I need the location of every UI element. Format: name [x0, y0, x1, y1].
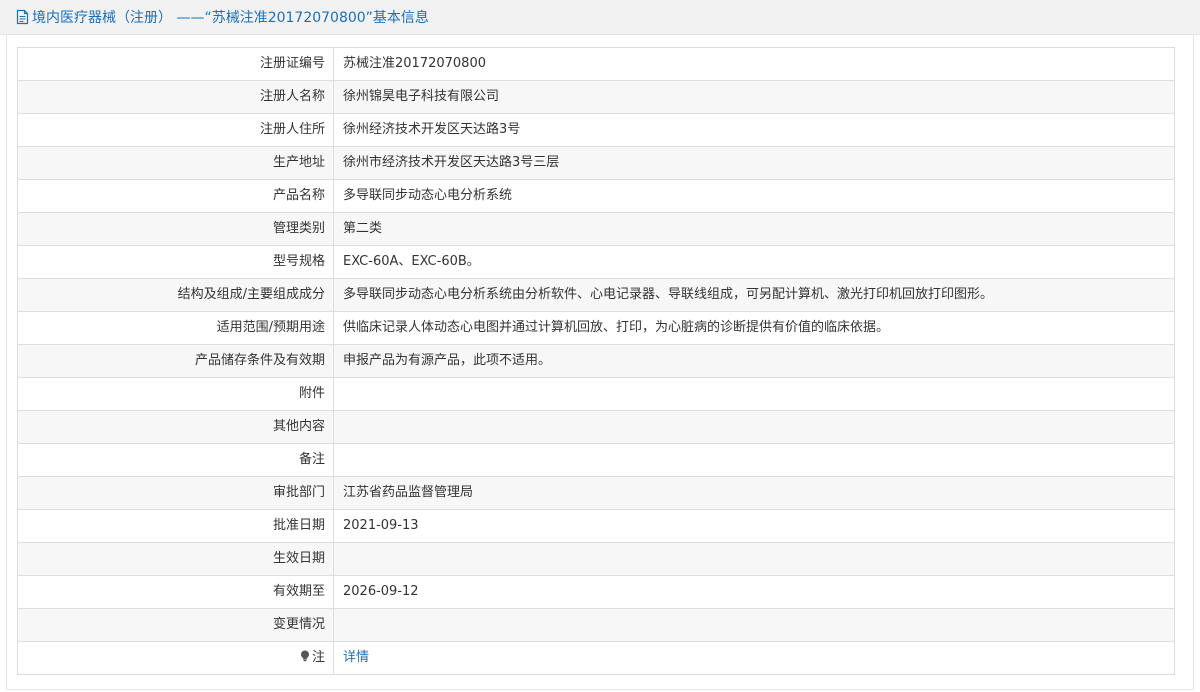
field-label: 附件 [17, 377, 334, 411]
table-row: 型号规格 EXC-60A、EXC-60B。 [17, 245, 1175, 279]
document-icon [16, 9, 29, 25]
table-row: 生效日期 [17, 542, 1175, 576]
page-header: 境内医疗器械（注册） ——“苏械注准20172070800”基本信息 [0, 0, 1200, 35]
field-label: 审批部门 [17, 476, 334, 510]
field-label: 批准日期 [17, 509, 334, 543]
field-label: 生产地址 [17, 146, 334, 180]
field-value: 第二类 [333, 212, 1175, 246]
field-label: 型号规格 [17, 245, 334, 279]
info-table: 注册证编号 苏械注准20172070800 注册人名称 徐州锦昊电子科技有限公司 注册人… [17, 47, 1175, 675]
table-row: 备注 [17, 443, 1175, 477]
table-row: 产品名称 多导联同步动态心电分析系统 [17, 179, 1175, 213]
field-value: 供临床记录人体动态心电图并通过计算机回放、打印，为心脏病的诊断提供有价值的临床依… [333, 311, 1175, 345]
table-row: 有效期至 2026-09-12 [17, 575, 1175, 609]
table-row: 注册人名称 徐州锦昊电子科技有限公司 [17, 80, 1175, 114]
table-row: 结构及组成/主要组成成分 多导联同步动态心电分析系统由分析软件、心电记录器、导联线… [17, 278, 1175, 312]
field-label: 产品名称 [17, 179, 334, 213]
field-label: 注册人住所 [17, 113, 334, 147]
field-value: 2026-09-12 [333, 575, 1175, 609]
field-label: 结构及组成/主要组成成分 [17, 278, 334, 312]
field-label: 产品储存条件及有效期 [17, 344, 334, 378]
field-value: 徐州锦昊电子科技有限公司 [333, 80, 1175, 114]
table-row: 适用范围/预期用途 供临床记录人体动态心电图并通过计算机回放、打印，为心脏病的诊断… [17, 311, 1175, 345]
table-row: 管理类别 第二类 [17, 212, 1175, 246]
table-row: 生产地址 徐州市经济技术开发区天达路3号三层 [17, 146, 1175, 180]
field-value [333, 608, 1175, 642]
note-label: 注 [311, 650, 325, 665]
note-row: 注 详情 [17, 641, 1175, 675]
table-row: 变更情况 [17, 608, 1175, 642]
field-value [333, 542, 1175, 576]
field-label: 有效期至 [17, 575, 334, 609]
table-row: 审批部门 江苏省药品监督管理局 [17, 476, 1175, 510]
field-value: 江苏省药品监督管理局 [333, 476, 1175, 510]
note-value-cell: 详情 [333, 641, 1175, 675]
field-label: 其他内容 [17, 410, 334, 444]
field-label: 备注 [17, 443, 334, 477]
field-value: 多导联同步动态心电分析系统 [333, 179, 1175, 213]
field-label: 注册人名称 [17, 80, 334, 114]
field-value: 多导联同步动态心电分析系统由分析软件、心电记录器、导联线组成，可另配计算机、激光… [333, 278, 1175, 312]
field-value: 苏械注准20172070800 [333, 47, 1175, 81]
page-title: 境内医疗器械（注册） ——“苏械注准20172070800”基本信息 [32, 10, 429, 26]
note-label-cell: 注 [17, 641, 334, 675]
field-label: 注册证编号 [17, 47, 334, 81]
field-value: 2021-09-13 [333, 509, 1175, 543]
field-label: 管理类别 [17, 212, 334, 246]
table-row: 产品储存条件及有效期 申报产品为有源产品，此项不适用。 [17, 344, 1175, 378]
details-link[interactable]: 详情 [343, 650, 369, 665]
detail-panel: 注册证编号 苏械注准20172070800 注册人名称 徐州锦昊电子科技有限公司 注册人… [6, 35, 1194, 690]
field-value: EXC-60A、EXC-60B。 [333, 245, 1175, 279]
field-label: 生效日期 [17, 542, 334, 576]
table-row: 批准日期 2021-09-13 [17, 509, 1175, 543]
field-label: 适用范围/预期用途 [17, 311, 334, 345]
field-value: 申报产品为有源产品，此项不适用。 [333, 344, 1175, 378]
field-value [333, 377, 1175, 411]
table-row: 注册人住所 徐州经济技术开发区天达路3号 [17, 113, 1175, 147]
table-row: 注册证编号 苏械注准20172070800 [17, 47, 1175, 81]
lightbulb-icon [300, 650, 309, 662]
field-label: 变更情况 [17, 608, 334, 642]
field-value [333, 443, 1175, 477]
field-value [333, 410, 1175, 444]
field-value: 徐州市经济技术开发区天达路3号三层 [333, 146, 1175, 180]
table-row: 附件 [17, 377, 1175, 411]
field-value: 徐州经济技术开发区天达路3号 [333, 113, 1175, 147]
table-row: 其他内容 [17, 410, 1175, 444]
